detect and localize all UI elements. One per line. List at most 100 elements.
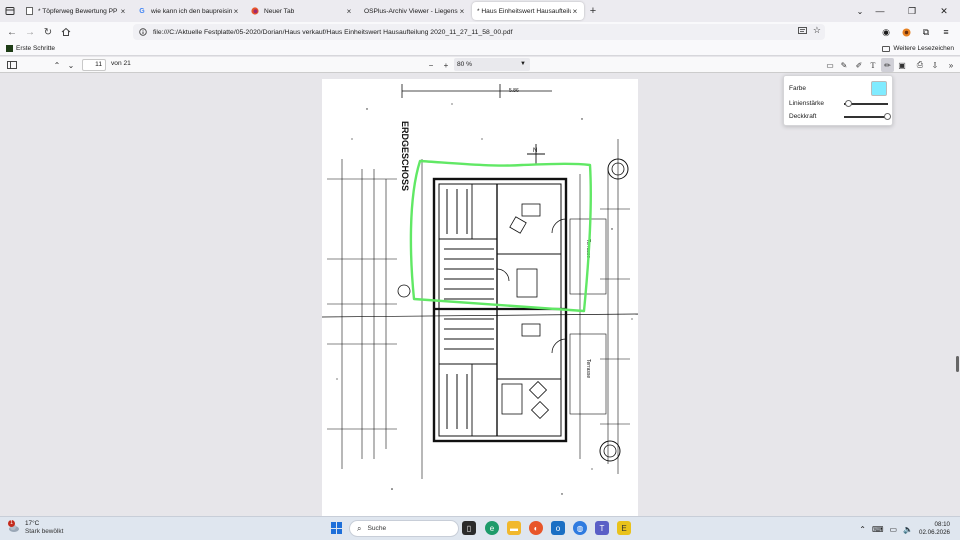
close-icon[interactable]: × bbox=[119, 7, 127, 16]
opacity-slider[interactable] bbox=[844, 116, 888, 118]
home-button[interactable] bbox=[57, 23, 75, 41]
plus-icon: + bbox=[589, 5, 597, 17]
speaker-icon[interactable]: 🔈 bbox=[903, 525, 913, 534]
tab-overview-button[interactable] bbox=[0, 0, 20, 22]
clock[interactable]: 08:10 02.06.2026 bbox=[919, 521, 950, 537]
signature-icon: ✎ bbox=[840, 60, 848, 70]
terrasse-label-lower: Terrasse bbox=[585, 359, 591, 378]
start-button[interactable] bbox=[331, 522, 343, 534]
more-tools-button[interactable]: » bbox=[945, 58, 957, 72]
tab-3[interactable]: Neuer Tab × bbox=[246, 2, 358, 20]
time: 08:10 bbox=[934, 521, 950, 528]
reload-button[interactable]: ↻ bbox=[39, 23, 57, 41]
url-text: file:///C:/Aktuelle Festplatte/05-2020/D… bbox=[153, 28, 513, 36]
close-icon[interactable]: × bbox=[345, 7, 353, 16]
bookmark-star-icon[interactable]: ☆ bbox=[813, 26, 821, 35]
extensions-puzzle-icon[interactable]: ⧉ bbox=[918, 24, 934, 40]
arrow-right-icon: → bbox=[25, 26, 35, 38]
tab-2[interactable]: G wie kann ich den baupreisindex × bbox=[133, 2, 245, 20]
pdf-toolbar: ⌃ ⌄ 11 von 21 − + 80 % ▼ ▭ ✎ ✐ T ✏ ▣ ⎙ ⇩… bbox=[0, 57, 960, 73]
double-chevron-right-icon: » bbox=[948, 60, 954, 70]
toolbar-right: ◉ ⧉ ≡ bbox=[878, 24, 954, 40]
bookmarks-toolbar: Erste Schritte Weitere Lesezeichen bbox=[0, 42, 960, 56]
close-window-button[interactable]: ✕ bbox=[928, 0, 960, 22]
highlight-button[interactable]: ✐ bbox=[853, 58, 865, 72]
firefox-taskbar-icon[interactable]: ◐ bbox=[529, 521, 543, 535]
save-button[interactable]: ⇩ bbox=[929, 58, 941, 72]
sidebar-icon bbox=[7, 61, 17, 69]
app-e-icon[interactable]: E bbox=[617, 521, 631, 535]
minimize-button[interactable]: — bbox=[864, 0, 896, 22]
chevron-down-icon: ▼ bbox=[520, 61, 526, 67]
new-tab-button[interactable]: + bbox=[585, 3, 601, 19]
thickness-slider-knob[interactable] bbox=[844, 100, 852, 107]
ink-editor-popup: Farbe Linienstärke Deckkraft bbox=[783, 75, 893, 126]
zoom-value: 80 % bbox=[457, 61, 473, 68]
app-menu-icon[interactable]: ≡ bbox=[938, 24, 954, 40]
pdf-viewer[interactable]: ERDGESCHOSS Terrasse Terrasse 5.86 N bbox=[0, 74, 960, 516]
tab-strip: * Töpferweg Bewertung PP - Töpfer × G wi… bbox=[0, 0, 960, 22]
browser-icon[interactable]: ◍ bbox=[573, 521, 587, 535]
comment-icon: ▭ bbox=[826, 60, 834, 70]
task-view-icon[interactable]: ▯ bbox=[462, 521, 476, 535]
file-explorer-icon[interactable]: ▬ bbox=[507, 521, 521, 535]
edge-icon[interactable]: e bbox=[485, 521, 499, 535]
zoom-in-button[interactable]: + bbox=[440, 58, 452, 72]
taskbar-search[interactable]: ⌕ Suche bbox=[349, 520, 459, 537]
print-button[interactable]: ⎙ bbox=[914, 58, 926, 72]
scrollbar-thumb[interactable] bbox=[956, 356, 959, 372]
reader-view-icon[interactable] bbox=[797, 26, 807, 35]
bookmark-erste-schritte[interactable]: Erste Schritte bbox=[16, 45, 55, 52]
account-icon[interactable]: ◉ bbox=[878, 24, 894, 40]
tab-4[interactable]: OSPlus-Archiv Viewer - Liegenschaf × bbox=[359, 2, 471, 20]
keyboard-icon[interactable]: ⌨ bbox=[872, 525, 884, 534]
extension-icon[interactable] bbox=[898, 24, 914, 40]
previous-page-button[interactable]: ⌃ bbox=[51, 58, 63, 72]
tab-manager-icon bbox=[5, 7, 15, 15]
other-bookmarks[interactable]: Weitere Lesezeichen bbox=[882, 45, 954, 52]
windows-logo-icon bbox=[331, 522, 336, 528]
home-icon bbox=[61, 27, 71, 36]
chevron-up-icon[interactable]: ⌃ bbox=[859, 525, 866, 534]
zoom-out-button[interactable]: − bbox=[425, 58, 437, 72]
opacity-slider-knob[interactable] bbox=[883, 113, 891, 120]
weather-widget[interactable]: 1 17°C Stark bewölkt bbox=[8, 520, 63, 536]
network-icon[interactable]: ▭ bbox=[890, 525, 898, 534]
teams-icon[interactable]: T bbox=[595, 521, 609, 535]
thickness-label: Linienstärke bbox=[789, 100, 825, 107]
tab-title: wie kann ich den baupreisindex bbox=[151, 7, 232, 15]
signature-button[interactable]: ✎ bbox=[838, 58, 850, 72]
text-icon: T bbox=[870, 60, 876, 70]
next-page-button[interactable]: ⌄ bbox=[65, 58, 77, 72]
page-info-icon[interactable] bbox=[139, 28, 147, 36]
text-button[interactable]: T bbox=[867, 58, 879, 72]
temperature: 17°C bbox=[25, 520, 40, 527]
notification-badge: 1 bbox=[8, 520, 15, 527]
floor-plan-drawing: ERDGESCHOSS Terrasse Terrasse 5.86 N bbox=[322, 84, 638, 495]
opacity-label: Deckkraft bbox=[789, 113, 817, 120]
reload-icon: ↻ bbox=[43, 26, 53, 38]
windows-taskbar: 1 17°C Stark bewölkt ⌕ Suche ▯ e ▬ ◐ o ◍… bbox=[0, 516, 960, 540]
back-button[interactable]: ← bbox=[3, 23, 21, 41]
tab-title: Neuer Tab bbox=[264, 7, 295, 15]
close-icon[interactable]: × bbox=[571, 7, 579, 16]
forward-button[interactable]: → bbox=[21, 23, 39, 41]
address-bar[interactable]: file:///C:/Aktuelle Festplatte/05-2020/D… bbox=[133, 24, 825, 40]
tab-1[interactable]: * Töpferweg Bewertung PP - Töpfer × bbox=[20, 2, 132, 20]
tab-5-active[interactable]: * Haus Einheitswert Hausaufteilung × bbox=[472, 2, 584, 20]
pen-icon: ✏ bbox=[884, 60, 891, 70]
google-icon: G bbox=[139, 7, 145, 15]
draw-button[interactable]: ✏ bbox=[881, 58, 894, 72]
restore-button[interactable]: ❐ bbox=[896, 0, 928, 22]
comment-button[interactable]: ▭ bbox=[824, 58, 836, 72]
image-button[interactable]: ▣ bbox=[896, 58, 908, 72]
close-icon[interactable]: × bbox=[232, 7, 240, 16]
zoom-select[interactable]: 80 % ▼ bbox=[454, 58, 530, 71]
color-swatch[interactable] bbox=[871, 81, 887, 96]
sidebar-toggle-button[interactable] bbox=[6, 58, 18, 72]
outlook-icon[interactable]: o bbox=[551, 521, 565, 535]
other-bookmarks-label: Weitere Lesezeichen bbox=[893, 45, 954, 52]
close-icon[interactable]: × bbox=[458, 7, 466, 16]
plan-title: ERDGESCHOSS bbox=[400, 121, 410, 191]
page-number-input[interactable]: 11 bbox=[82, 59, 106, 71]
